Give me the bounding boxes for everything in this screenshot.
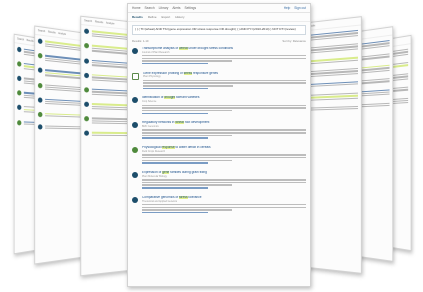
search-query-box[interactable]: ( ( ( TI=(wheat) AND TS=(gene expression… xyxy=(132,25,306,35)
result-marker-icon xyxy=(17,90,21,95)
search-query-text: ( ( ( TI=(wheat) AND TS=(gene expression… xyxy=(135,28,303,32)
result-marker-icon xyxy=(17,47,21,53)
result-snippet-line xyxy=(142,60,232,61)
result-snippet-line xyxy=(143,88,208,89)
help-link[interactable]: Help xyxy=(284,6,291,10)
result-marker-icon xyxy=(132,122,138,128)
result-snippet-line xyxy=(142,157,306,158)
result-marker-icon xyxy=(38,124,43,129)
result-marker-icon xyxy=(38,38,43,44)
result-source: Journal of Plant Research xyxy=(142,51,306,54)
result-marker-icon xyxy=(84,87,89,92)
result-marker-icon xyxy=(132,147,138,153)
mini-tab: Search xyxy=(17,37,24,41)
result-marker-icon xyxy=(17,105,21,110)
result-snippet-line xyxy=(143,80,306,81)
top-nav-bar: Home Search Library Alerts Settings Help… xyxy=(128,4,310,13)
result-snippet-line xyxy=(142,137,208,138)
mini-tab: Results xyxy=(95,20,103,24)
result-snippet-line xyxy=(142,110,232,111)
result-marker-icon xyxy=(84,28,89,34)
nav-link[interactable]: Alerts xyxy=(172,6,180,10)
result-marker-icon xyxy=(132,197,138,203)
result-snippet-line xyxy=(142,135,232,136)
result-snippet-line xyxy=(142,160,232,161)
main-results-page: Home Search Library Alerts Settings Help… xyxy=(127,3,311,287)
nav-link[interactable]: Library xyxy=(159,6,169,10)
mini-tab: Analyze xyxy=(58,32,66,36)
result-item[interactable]: Expression of gene families during grain… xyxy=(128,168,310,193)
result-snippet-line xyxy=(142,204,306,205)
result-snippet-line xyxy=(142,212,208,213)
result-marker-icon xyxy=(84,72,89,77)
result-source: Plant Physiology xyxy=(143,75,306,78)
mini-tab: Search xyxy=(38,29,45,33)
document-icon xyxy=(132,73,139,80)
nav-link[interactable]: Search xyxy=(145,6,155,10)
result-source: Crop Science xyxy=(142,100,306,103)
result-marker-icon xyxy=(38,111,43,116)
result-marker-icon xyxy=(38,97,43,102)
mini-tab: Results xyxy=(26,39,33,43)
result-marker-icon xyxy=(38,53,43,59)
nav-link[interactable]: Home xyxy=(132,6,141,10)
result-snippet-line xyxy=(143,82,306,83)
result-item[interactable]: Transcriptome analysis of wheat under dr… xyxy=(128,44,310,69)
result-marker-icon xyxy=(132,48,138,54)
result-source: Field Crops Research xyxy=(142,150,306,153)
result-snippet-line xyxy=(142,162,208,163)
result-marker-icon xyxy=(17,61,21,67)
result-source: Plant Molecular Biology xyxy=(142,175,306,178)
mini-tab: Analyze xyxy=(106,22,115,26)
result-marker-icon xyxy=(84,102,89,107)
sort-select[interactable]: Sort by: Relevance xyxy=(282,39,306,43)
result-marker-icon xyxy=(132,97,138,103)
result-marker-icon xyxy=(38,83,43,88)
result-item[interactable]: Physiological response to water deficit … xyxy=(128,143,310,168)
result-item[interactable]: Regulatory networks in wheat root develo… xyxy=(128,118,310,143)
result-marker-icon xyxy=(17,76,21,82)
result-snippet-line xyxy=(142,58,306,59)
result-marker-icon xyxy=(84,131,89,136)
tab-history[interactable]: History xyxy=(175,15,184,19)
result-snippet-line xyxy=(142,187,208,188)
result-marker-icon xyxy=(38,68,43,74)
result-snippet-line xyxy=(142,207,306,208)
result-marker-icon xyxy=(132,172,138,178)
nav-link[interactable]: Settings xyxy=(185,6,197,10)
sign-out-link[interactable]: Sign out xyxy=(294,6,306,10)
result-snippet-line xyxy=(142,184,232,185)
result-snippet-line xyxy=(142,154,306,155)
result-item[interactable]: Comparative genomics of stress tolerance… xyxy=(128,193,310,218)
results-list: Transcriptome analysis of wheat under dr… xyxy=(128,44,310,218)
result-snippet-line xyxy=(143,85,233,86)
result-snippet-line xyxy=(142,209,232,210)
result-snippet-line xyxy=(142,105,306,106)
result-snippet-line xyxy=(142,182,306,183)
result-marker-icon xyxy=(84,43,89,49)
results-tab-bar: Results Refine Export History xyxy=(128,13,310,22)
mini-tab: Search xyxy=(84,19,92,23)
result-item[interactable]: Identification of drought tolerant varie… xyxy=(128,93,310,118)
results-count: Results: 1-10 xyxy=(132,39,148,43)
result-snippet-line xyxy=(142,113,208,114)
tab-refine[interactable]: Refine xyxy=(148,15,157,19)
mini-tab: Results xyxy=(48,30,56,34)
result-snippet-line xyxy=(142,132,306,133)
result-snippet-line xyxy=(142,129,306,130)
result-marker-icon xyxy=(84,116,89,121)
tab-export[interactable]: Export xyxy=(162,15,171,19)
result-snippet-line xyxy=(142,63,208,64)
result-snippet-line xyxy=(142,107,306,108)
result-source: Theoretical and Applied Genetics xyxy=(142,200,306,203)
result-snippet-line xyxy=(142,179,306,180)
result-marker-icon xyxy=(84,58,89,64)
tab-results[interactable]: Results xyxy=(132,15,143,19)
result-marker-icon xyxy=(17,120,21,125)
result-item[interactable]: Gene expression profiling of stress resp… xyxy=(128,69,310,94)
result-source: BMC Genomics xyxy=(142,125,306,128)
result-snippet-line xyxy=(142,55,306,56)
